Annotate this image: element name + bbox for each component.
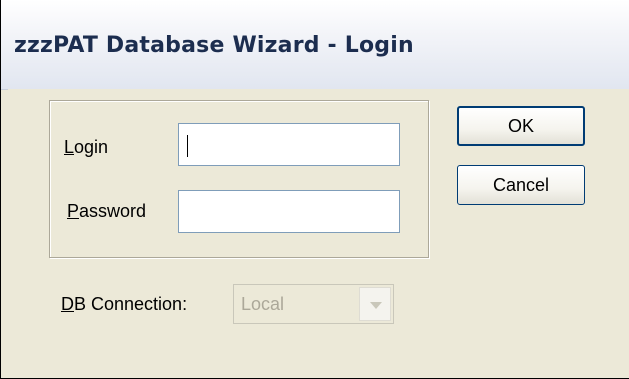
login-label-text: ogin	[74, 137, 109, 157]
text-caret	[187, 135, 188, 157]
password-label-accelerator: P	[67, 201, 80, 221]
window-title: zzzPAT Database Wizard - Login	[14, 33, 414, 58]
db-connection-select[interactable]: Local	[233, 284, 394, 324]
login-dialog: zzzPAT Database Wizard - Login Login Pas…	[0, 0, 629, 379]
password-input[interactable]	[178, 190, 400, 233]
password-label: Password	[67, 201, 146, 222]
login-label-accelerator: L	[64, 137, 75, 157]
db-connection-dropdown-button[interactable]	[359, 287, 391, 321]
chevron-down-icon	[370, 302, 382, 309]
db-connection-label-text: B Connection:	[74, 294, 188, 314]
db-connection-label: DB Connection:	[61, 294, 187, 315]
db-connection-value: Local	[241, 294, 285, 314]
login-label: Login	[64, 137, 108, 158]
ok-button[interactable]: OK	[457, 106, 585, 146]
password-label-text: assword	[79, 201, 147, 221]
cancel-button[interactable]: Cancel	[457, 165, 585, 205]
login-input[interactable]	[178, 123, 400, 166]
db-connection-label-accelerator: D	[61, 294, 74, 314]
title-bar[interactable]: zzzPAT Database Wizard - Login	[1, 0, 629, 90]
